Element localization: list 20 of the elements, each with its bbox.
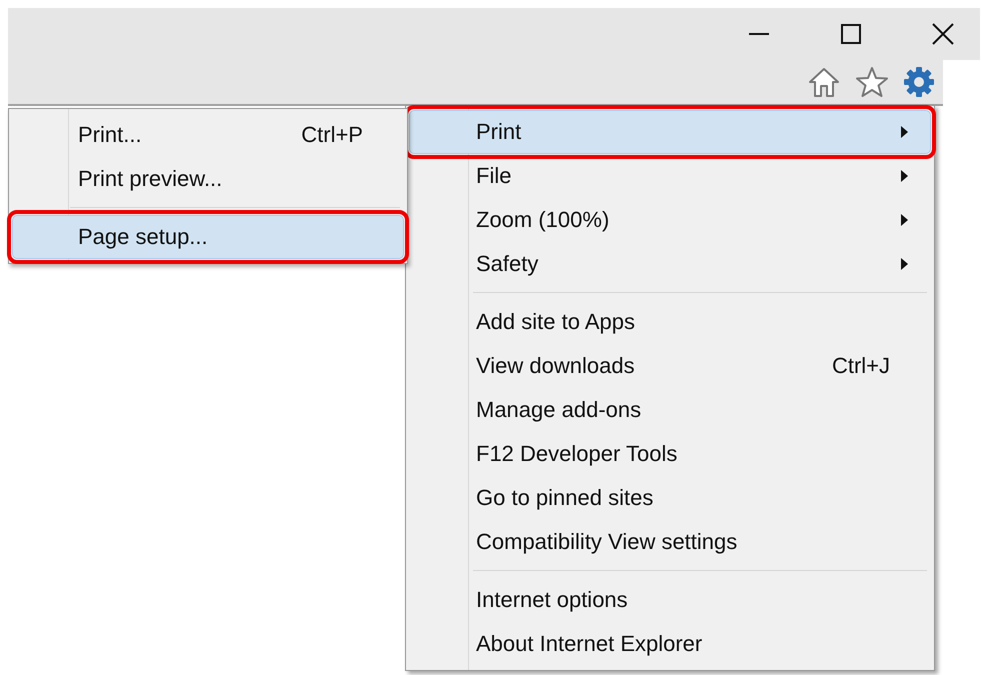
menu-item[interactable]: F12 Developer Tools	[409, 432, 931, 476]
shortcut-label: Ctrl+J	[832, 353, 890, 379]
menu-item[interactable]: Compatibility View settings	[409, 520, 931, 564]
home-icon[interactable]	[807, 66, 841, 98]
star-icon[interactable]	[855, 66, 889, 98]
menu-item[interactable]: Print preview...	[12, 157, 404, 201]
menu-item[interactable]: Print... Ctrl+P	[12, 113, 404, 157]
close-icon[interactable]	[932, 23, 954, 45]
menu-item[interactable]: Internet options	[409, 578, 931, 622]
shortcut-label: Ctrl+P	[301, 122, 363, 148]
maximize-icon[interactable]	[840, 23, 862, 45]
menu-item[interactable]: Go to pinned sites	[409, 476, 931, 520]
menu-item[interactable]: Manage add-ons	[409, 388, 931, 432]
menu-item[interactable]: Add site to Apps	[409, 300, 931, 344]
menu-item[interactable]: Zoom (100%)	[409, 198, 931, 242]
menu-item[interactable]: View downloads Ctrl+J	[409, 344, 931, 388]
settings-icon[interactable]	[903, 66, 935, 98]
menu-item[interactable]: About Internet Explorer	[409, 622, 931, 666]
menu-item[interactable]: Safety	[409, 242, 931, 286]
menu-item[interactable]: File	[409, 154, 931, 198]
